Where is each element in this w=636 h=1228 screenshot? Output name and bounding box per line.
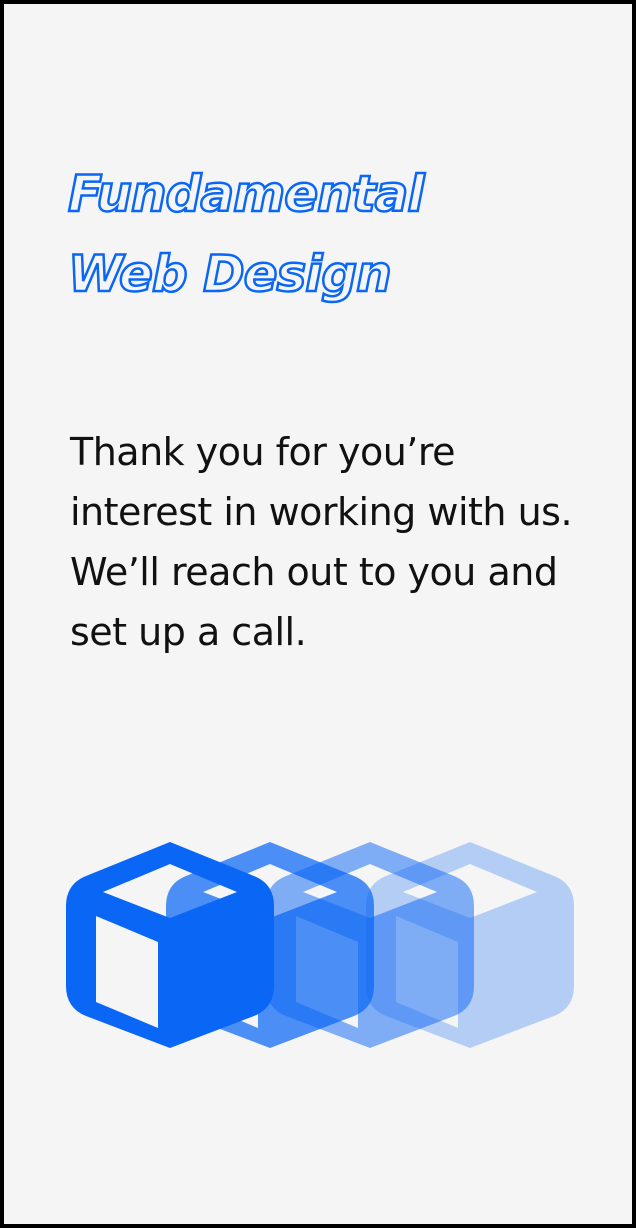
thank-you-screen: Fundamental Web Design Thank you for you… [0,0,636,1228]
brand-title-line-2: Web Design [67,244,393,305]
brand-title-line-1: Fundamental [67,164,426,225]
brand-title: Fundamental Web Design [67,154,426,314]
cube-icon-1 [66,842,274,1048]
cube-graphic [66,842,574,1048]
thank-you-message: Thank you for you’re interest in working… [70,430,573,654]
